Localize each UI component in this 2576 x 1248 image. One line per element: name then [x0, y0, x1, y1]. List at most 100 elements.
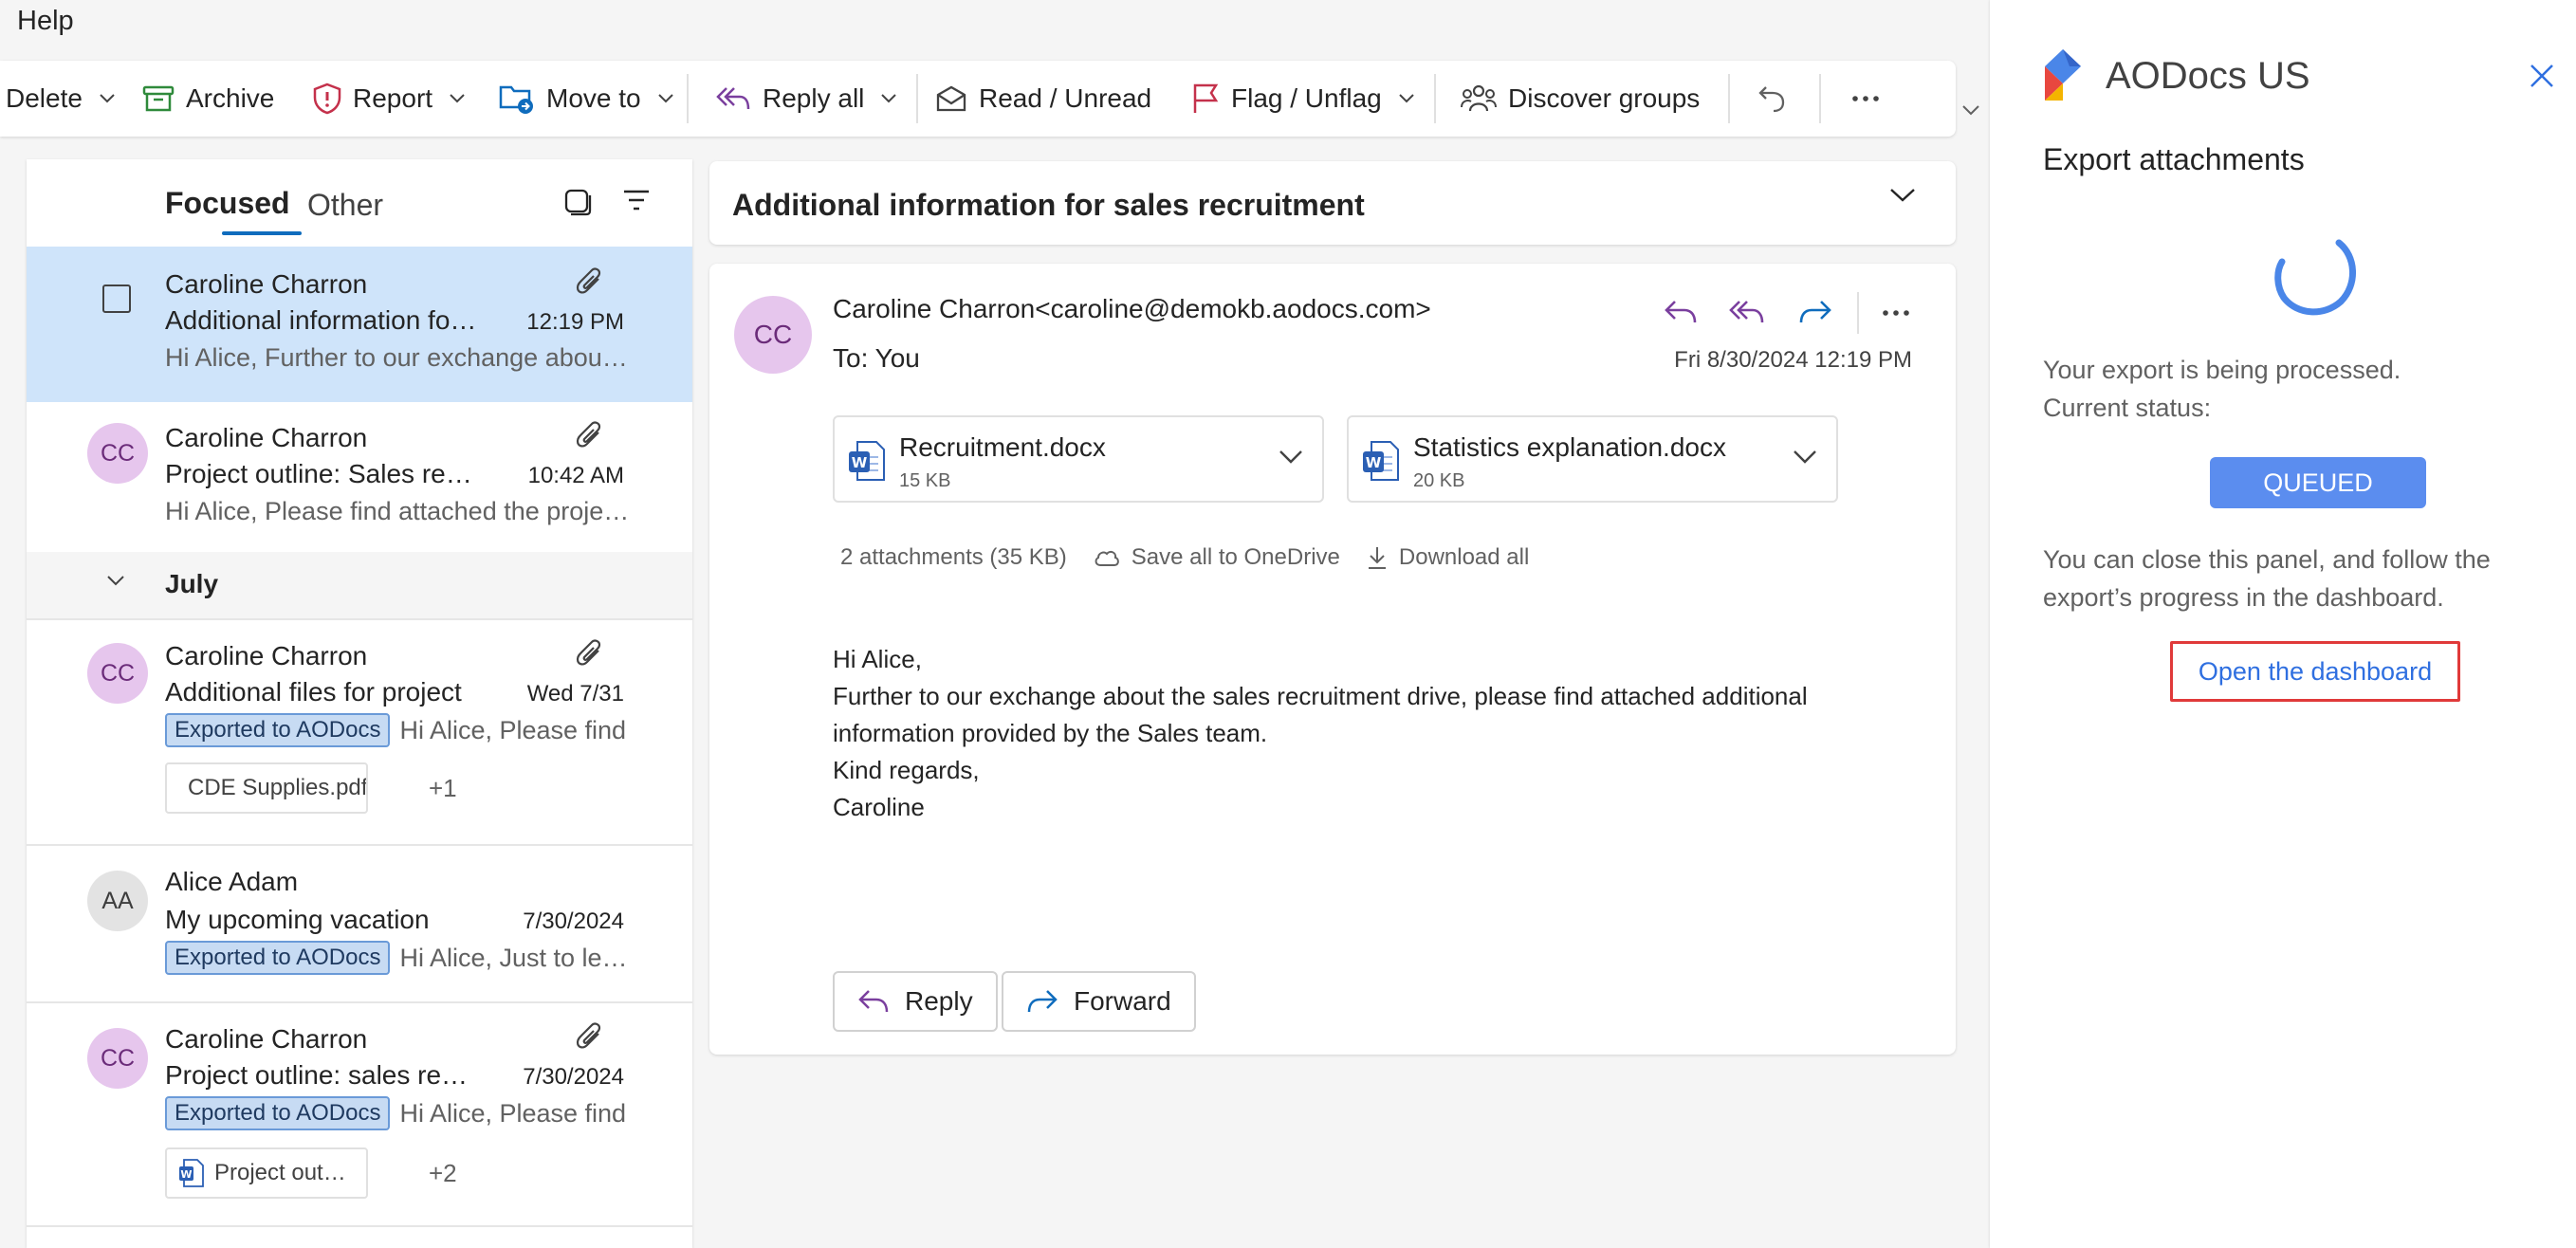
spinner-icon	[2274, 239, 2356, 316]
move-to-label: Move to	[546, 83, 641, 113]
avatar: CC	[87, 643, 148, 704]
ribbon-divider	[1434, 74, 1436, 123]
actions-divider	[1857, 292, 1859, 334]
select-mode-icon[interactable]	[563, 188, 592, 216]
exported-tag: Exported to AODocs	[165, 941, 391, 975]
attachment-card[interactable]: W Recruitment.docx 15 KB	[833, 415, 1324, 503]
subject: Project outline: sales recruitment	[165, 1060, 469, 1090]
filter-icon[interactable]	[622, 188, 651, 212]
paperclip-icon	[576, 421, 601, 448]
sender-address[interactable]: Caroline Charron<caroline@demokb.aodocs.…	[833, 294, 1431, 324]
read-unread-label: Read / Unread	[979, 83, 1152, 113]
select-checkbox[interactable]	[102, 284, 131, 313]
reply-all-button[interactable]: Reply all	[715, 61, 897, 137]
menu-help[interactable]: Help	[17, 6, 74, 37]
chevron-down-icon[interactable]	[1793, 450, 1817, 465]
message-list: Focused Other Caroline Charron Additiona…	[27, 159, 692, 1248]
close-icon[interactable]	[2529, 63, 2555, 89]
forward-icon[interactable]	[1796, 292, 1834, 330]
folder-move-icon	[499, 85, 533, 114]
chevron-down-icon[interactable]	[1889, 188, 1916, 203]
report-button[interactable]: Report	[313, 61, 465, 137]
reply-icon[interactable]	[1662, 292, 1700, 330]
reply-all-icon[interactable]	[1728, 292, 1766, 330]
delete-button[interactable]: Delete	[6, 61, 115, 137]
list-item[interactable]: CC Caroline Charron Project outline: sal…	[27, 1001, 692, 1227]
forward-icon	[1027, 990, 1058, 1013]
archive-label: Archive	[186, 83, 275, 113]
tab-focused[interactable]: Focused	[165, 186, 290, 221]
chevron-down-icon[interactable]	[1399, 94, 1414, 103]
sender-name: Caroline Charron	[165, 269, 368, 299]
list-item[interactable]: AA Alice Adam My upcoming vacation 7/30/…	[27, 844, 692, 1003]
attachment-size: 15 KB	[899, 470, 951, 491]
attachment-chip[interactable]: W Project outline.docx	[165, 1147, 368, 1199]
tag-row: Exported to AODocs Hi Alice, Just to let…	[165, 941, 634, 975]
chevron-down-icon[interactable]	[450, 94, 465, 103]
chevron-down-icon[interactable]	[657, 94, 673, 103]
aodocs-logo	[2045, 49, 2081, 101]
svg-text:W: W	[180, 1168, 192, 1181]
more-icon[interactable]	[1882, 309, 1910, 317]
attachment-name: CDE Supplies.pdf	[188, 775, 368, 800]
read-unread-button[interactable]: Read / Unread	[935, 61, 1151, 137]
exported-tag: Exported to AODocs	[165, 713, 391, 747]
conversation-header: Additional information for sales recruit…	[709, 161, 1956, 245]
menu-bar: Help	[0, 0, 1990, 53]
forward-label: Forward	[1074, 986, 1171, 1016]
received-time: 7/30/2024	[523, 908, 624, 934]
undo-button[interactable]	[1757, 61, 1787, 137]
chevron-down-icon[interactable]	[1279, 450, 1303, 465]
message-preview: Hi Alice, Further to our exchange about …	[165, 343, 634, 372]
attachment-card[interactable]: W Statistics explanation.docx 20 KB	[1347, 415, 1838, 503]
discover-groups-label: Discover groups	[1508, 83, 1701, 113]
chevron-down-icon[interactable]	[881, 94, 897, 103]
avatar: CC	[87, 423, 148, 484]
save-all-onedrive-button[interactable]: Save all to OneDrive	[1094, 544, 1340, 571]
body-line: Hi Alice,	[833, 645, 922, 673]
reply-all-label: Reply all	[763, 83, 865, 113]
subject: Project outline: Sales recruitment	[165, 459, 478, 488]
tag-row: Exported to AODocs Hi Alice, Please find	[165, 713, 634, 747]
download-all-button[interactable]: Download all	[1367, 544, 1529, 571]
open-dashboard-button[interactable]: Open the dashboard	[2170, 641, 2460, 702]
list-item[interactable]: CC Caroline Charron Project outline: Sal…	[27, 400, 692, 554]
move-to-button[interactable]: Move to	[499, 61, 673, 137]
message-card: CC Caroline Charron<caroline@demokb.aodo…	[709, 264, 1956, 1055]
attachment-chip[interactable]: CDE Supplies.pdf	[165, 762, 368, 814]
forward-button[interactable]: Forward	[1002, 971, 1196, 1032]
more-options-button[interactable]	[1851, 61, 1880, 137]
archive-button[interactable]: Archive	[142, 61, 274, 137]
reply-label: Reply	[905, 986, 973, 1016]
attachment-name: Project outline.docx	[214, 1160, 347, 1185]
chevron-down-icon[interactable]	[106, 575, 125, 586]
more-attachments[interactable]: +2	[429, 1159, 457, 1188]
body-line: Kind regards,	[833, 756, 980, 784]
received-time: 10:42 AM	[527, 463, 624, 488]
ribbon-toolbar: Delete Archive Report Move to Reply all …	[0, 61, 1956, 137]
chevron-down-icon[interactable]	[100, 94, 115, 103]
attachment-name: Statistics explanation.docx	[1413, 432, 1726, 462]
attachments-bar: 2 attachments (35 KB) Save all to OneDri…	[840, 544, 1529, 571]
list-item[interactable]: CC Caroline Charron Additional files for…	[27, 620, 692, 846]
discover-groups-button[interactable]: Discover groups	[1461, 61, 1700, 137]
list-item[interactable]: Caroline Charron Additional information …	[27, 247, 692, 402]
body-line: Caroline	[833, 793, 925, 821]
reply-button[interactable]: Reply	[833, 971, 998, 1032]
svg-text:W: W	[852, 454, 868, 471]
flag-unflag-button[interactable]: Flag / Unflag	[1191, 61, 1414, 137]
conversation-subject: Additional information for sales recruit…	[732, 188, 1365, 222]
ribbon-expand-chevron-icon[interactable]	[1961, 104, 1980, 116]
subject: Additional files for project	[165, 677, 462, 707]
word-doc-icon: W	[1363, 441, 1399, 481]
ribbon-divider	[1728, 74, 1730, 123]
svg-text:W: W	[1366, 454, 1382, 471]
tab-other[interactable]: Other	[307, 188, 383, 223]
aodocs-panel: AODocs US Export attachments Your export…	[1990, 0, 2576, 1248]
flag-icon	[1193, 83, 1219, 113]
group-header-july[interactable]: July	[27, 552, 692, 620]
attachments-summary: 2 attachments (35 KB)	[840, 544, 1067, 570]
ribbon-divider	[916, 74, 918, 123]
more-attachments[interactable]: +1	[429, 774, 457, 803]
tab-focused-indicator	[222, 231, 302, 235]
